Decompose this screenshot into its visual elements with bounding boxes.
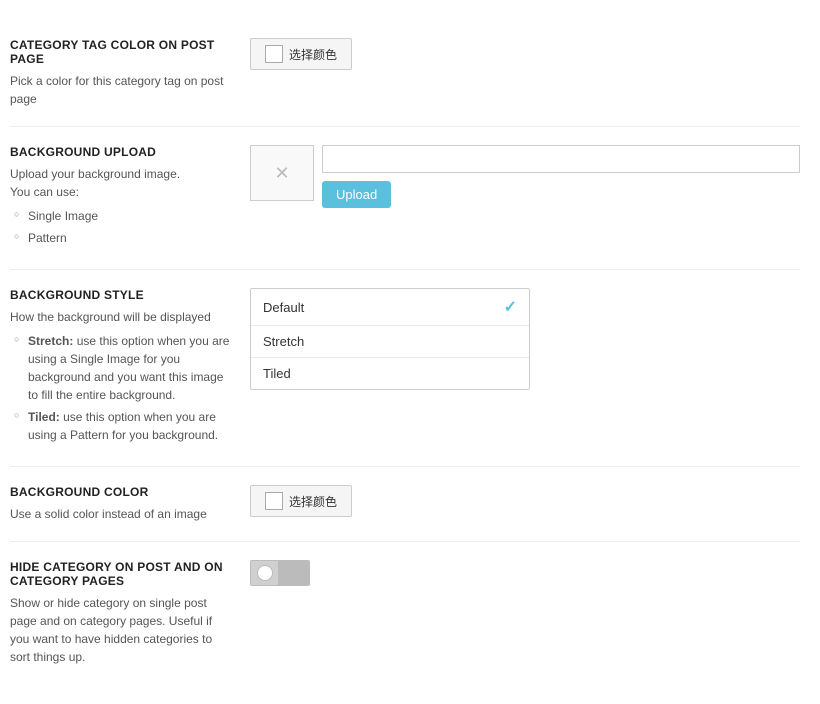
option-single-image: Single Image <box>14 207 230 225</box>
background-upload-options: Single Image Pattern <box>10 207 230 247</box>
category-tag-color-title: CATEGORY TAG COLOR ON POST PAGE <box>10 38 230 66</box>
background-style-items: Stretch: use this option when you are us… <box>10 332 230 444</box>
upload-thumbnail: ✕ <box>250 145 314 201</box>
background-upload-title: BACKGROUND UPLOAD <box>10 145 230 159</box>
section-right: Default ✓ Stretch Tiled <box>250 288 800 390</box>
stretch-label: Stretch: <box>28 334 73 348</box>
upload-button[interactable]: Upload <box>322 181 391 208</box>
tiled-desc: Tiled: use this option when you are usin… <box>14 408 230 444</box>
upload-filename-input[interactable] <box>322 145 800 173</box>
section-left: BACKGROUND COLOR Use a solid color inste… <box>10 485 250 523</box>
checkmark-icon: ✓ <box>504 297 517 317</box>
section-left: CATEGORY TAG COLOR ON POST PAGE Pick a c… <box>10 38 250 108</box>
style-option-stretch-label: Stretch <box>263 334 304 349</box>
option-pattern: Pattern <box>14 229 230 247</box>
style-option-default-label: Default <box>263 300 304 315</box>
category-tag-color-desc: Pick a color for this category tag on po… <box>10 72 230 108</box>
section-left: BACKGROUND STYLE How the background will… <box>10 288 250 448</box>
hide-category-toggle[interactable] <box>250 560 310 586</box>
tiled-label: Tiled: <box>28 410 60 424</box>
background-color-title: BACKGROUND COLOR <box>10 485 230 499</box>
color-swatch <box>265 492 283 510</box>
category-color-picker-button[interactable]: 选择颜色 <box>250 38 352 70</box>
style-option-default[interactable]: Default ✓ <box>251 289 529 326</box>
section-right: 选择颜色 <box>250 485 800 517</box>
hide-category-title: HIDE CATEGORY ON POST AND ON CATEGORY PA… <box>10 560 230 588</box>
style-option-stretch[interactable]: Stretch <box>251 326 529 358</box>
background-color-desc: Use a solid color instead of an image <box>10 505 230 523</box>
background-style-desc-text: How the background will be displayed <box>10 310 211 324</box>
background-upload-section: BACKGROUND UPLOAD Upload your background… <box>10 127 800 270</box>
remove-icon: ✕ <box>274 163 289 184</box>
section-right: 选择颜色 <box>250 38 800 70</box>
color-swatch <box>265 45 283 63</box>
toggle-on-part <box>279 561 309 585</box>
background-style-section: BACKGROUND STYLE How the background will… <box>10 270 800 467</box>
upload-row: ✕ Upload <box>250 145 800 208</box>
background-upload-desc: Upload your background image.You can use… <box>10 165 230 247</box>
hide-category-section: HIDE CATEGORY ON POST AND ON CATEGORY PA… <box>10 542 800 684</box>
section-left: HIDE CATEGORY ON POST AND ON CATEGORY PA… <box>10 560 250 666</box>
category-color-btn-label: 选择颜色 <box>289 46 337 63</box>
section-left: BACKGROUND UPLOAD Upload your background… <box>10 145 250 251</box>
background-color-picker-button[interactable]: 选择颜色 <box>250 485 352 517</box>
background-color-btn-label: 选择颜色 <box>289 493 337 510</box>
background-upload-desc-text: Upload your background image.You can use… <box>10 167 180 199</box>
hide-category-desc: Show or hide category on single post pag… <box>10 594 230 666</box>
style-options-list: Default ✓ Stretch Tiled <box>250 288 530 390</box>
background-color-section: BACKGROUND COLOR Use a solid color inste… <box>10 467 800 542</box>
upload-right: Upload <box>322 145 800 208</box>
toggle-off-indicator <box>257 565 273 581</box>
category-tag-color-section: CATEGORY TAG COLOR ON POST PAGE Pick a c… <box>10 20 800 127</box>
section-right: ✕ Upload <box>250 145 800 208</box>
section-right <box>250 560 800 586</box>
style-option-tiled[interactable]: Tiled <box>251 358 529 389</box>
background-style-desc: How the background will be displayed Str… <box>10 308 230 444</box>
background-style-title: BACKGROUND STYLE <box>10 288 230 302</box>
stretch-desc: Stretch: use this option when you are us… <box>14 332 230 404</box>
toggle-off-part <box>251 561 279 585</box>
style-option-tiled-label: Tiled <box>263 366 291 381</box>
